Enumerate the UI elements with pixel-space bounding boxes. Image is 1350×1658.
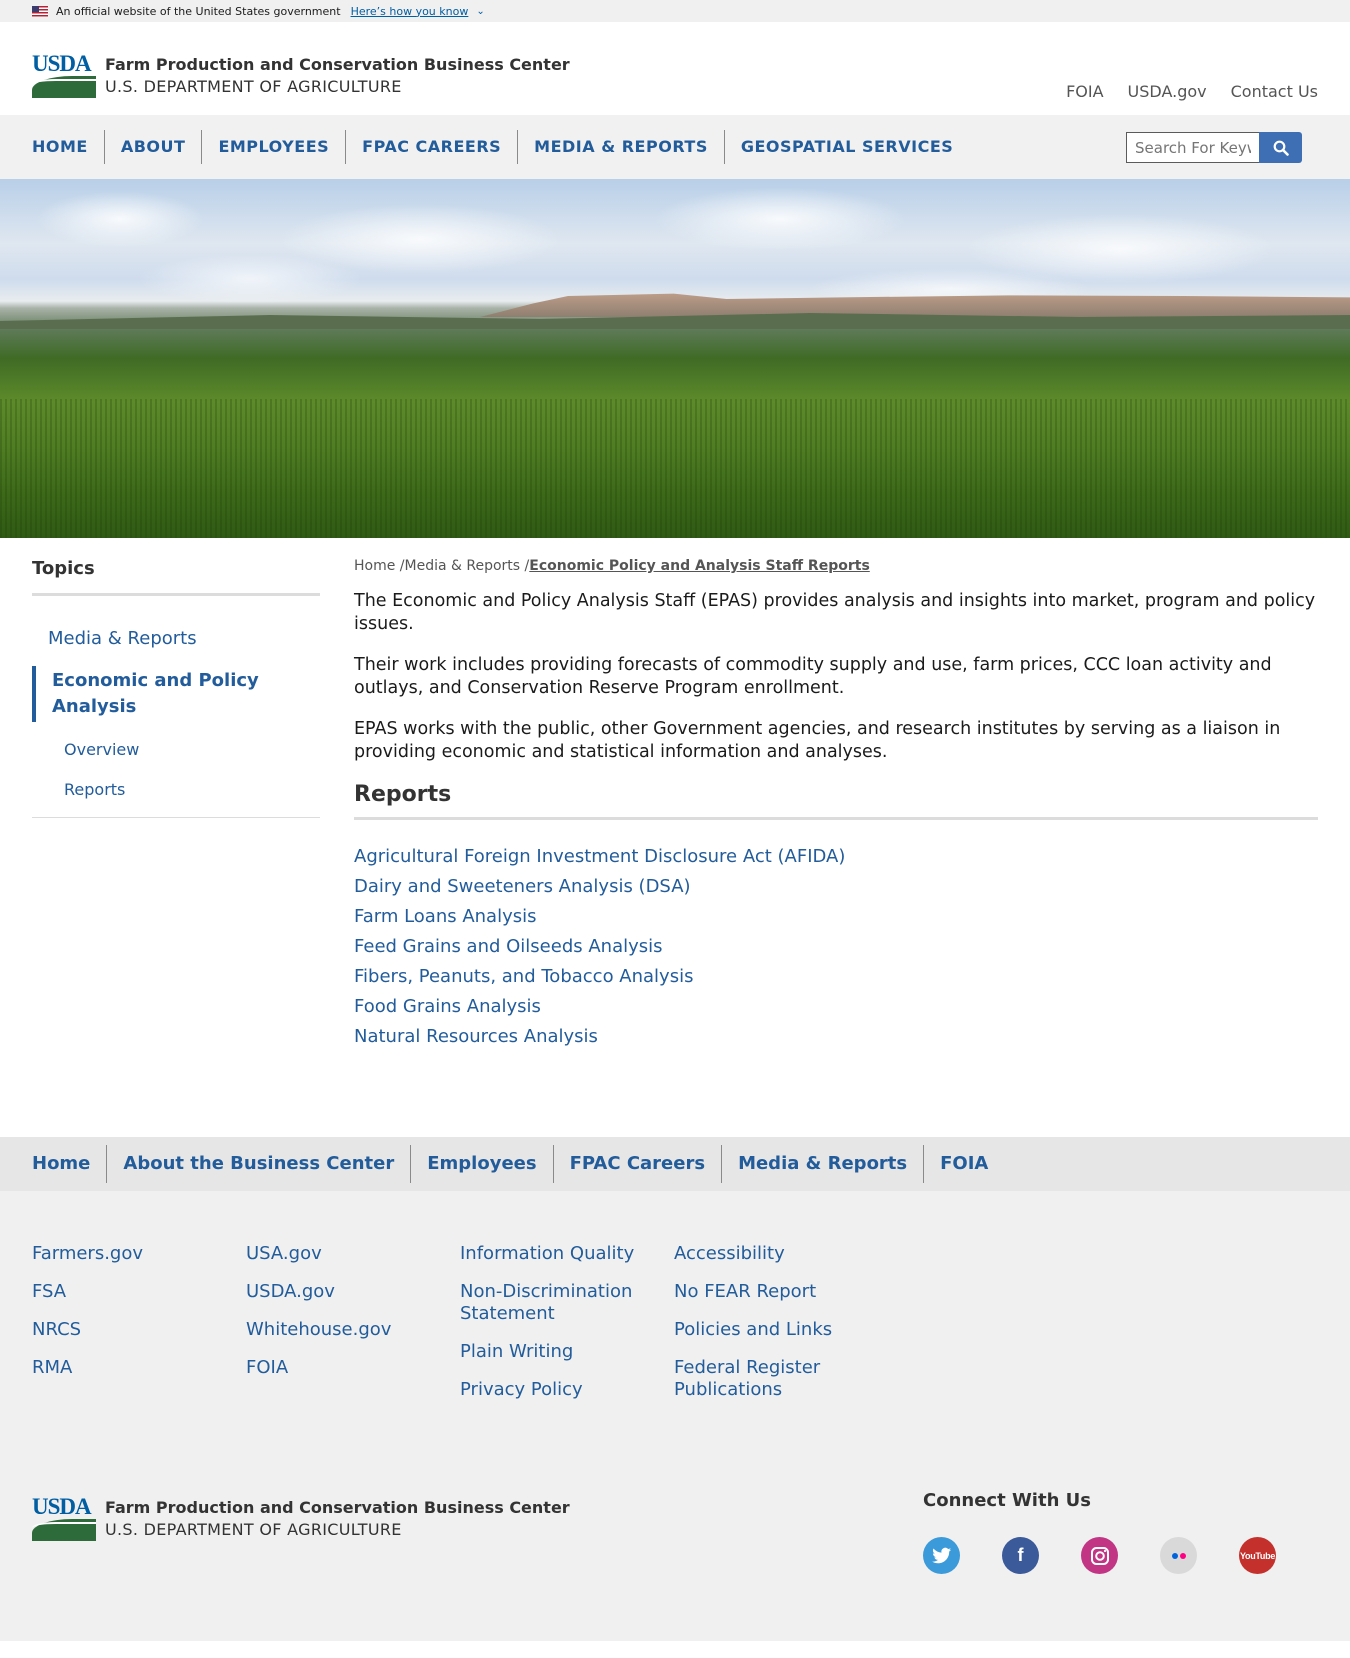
footer-link[interactable]: FSA bbox=[32, 1281, 232, 1303]
footer-link[interactable]: Non-Discrimination Statement bbox=[460, 1281, 650, 1325]
report-link-feed-grains[interactable]: Feed Grains and Oilseeds Analysis bbox=[354, 932, 1318, 962]
report-link-fibers[interactable]: Fibers, Peanuts, and Tobacco Analysis bbox=[354, 962, 1318, 992]
sidebar: Topics Media & Reports Economic and Poli… bbox=[32, 558, 320, 818]
footer-nav-careers[interactable]: FPAC Careers bbox=[552, 1145, 721, 1183]
usda-logo-text: USDA bbox=[32, 51, 92, 76]
breadcrumb: Home /Media & Reports /Economic Policy a… bbox=[354, 558, 870, 574]
footer: Farmers.gov FSA NRCS RMA USA.gov USDA.go… bbox=[0, 1191, 1350, 1641]
footer-link[interactable]: USDA.gov bbox=[246, 1281, 446, 1303]
report-link-afida[interactable]: Agricultural Foreign Investment Disclosu… bbox=[354, 842, 1318, 872]
instagram-icon[interactable] bbox=[1081, 1537, 1118, 1574]
search-icon bbox=[1273, 140, 1289, 156]
hero-image bbox=[0, 179, 1350, 538]
utility-link-contact[interactable]: Contact Us bbox=[1231, 82, 1318, 101]
sidebar-subitem-overview[interactable]: Overview bbox=[32, 738, 320, 762]
footer-nav: Home About the Business Center Employees… bbox=[0, 1137, 1350, 1191]
search-form bbox=[1126, 132, 1302, 163]
report-link-dsa[interactable]: Dairy and Sweeteners Analysis (DSA) bbox=[354, 872, 1318, 902]
sidebar-item-economic-policy[interactable]: Economic and Policy Analysis bbox=[32, 666, 320, 722]
footer-link[interactable]: FOIA bbox=[246, 1357, 446, 1379]
youtube-icon[interactable]: YouTube bbox=[1239, 1537, 1276, 1574]
intro-paragraph: The Economic and Policy Analysis Staff (… bbox=[354, 591, 1316, 634]
footer-link[interactable]: Plain Writing bbox=[460, 1341, 650, 1363]
breadcrumb-current: Economic Policy and Analysis Staff Repor… bbox=[529, 558, 870, 574]
connect-title: Connect With Us bbox=[923, 1490, 1091, 1511]
how-you-know-link[interactable]: Here’s how you know bbox=[351, 5, 469, 18]
department-name: U.S. DEPARTMENT OF AGRICULTURE bbox=[105, 77, 402, 96]
footer-link[interactable]: Privacy Policy bbox=[460, 1379, 650, 1401]
nav-media-reports[interactable]: MEDIA & REPORTS bbox=[517, 130, 724, 164]
nav-about[interactable]: ABOUT bbox=[103, 130, 202, 164]
nav-fpac-careers[interactable]: FPAC CAREERS bbox=[345, 130, 517, 164]
footer-column-agencies: Farmers.gov FSA NRCS RMA bbox=[32, 1243, 232, 1395]
social-links: f YouTube bbox=[923, 1537, 1276, 1574]
work-paragraph: Their work includes providing forecasts … bbox=[354, 655, 1272, 698]
footer-link[interactable]: Policies and Links bbox=[674, 1319, 864, 1341]
reports-heading: Reports bbox=[354, 782, 1318, 820]
footer-link[interactable]: Information Quality bbox=[460, 1243, 650, 1265]
main-article: Home /Media & Reports /Economic Policy a… bbox=[354, 558, 1318, 1052]
flickr-icon[interactable] bbox=[1160, 1537, 1197, 1574]
footer-link[interactable]: NRCS bbox=[32, 1319, 232, 1341]
utility-nav: FOIA USDA.gov Contact Us bbox=[1066, 82, 1318, 101]
gov-banner-text: An official website of the United States… bbox=[56, 4, 341, 18]
footer-nav-employees[interactable]: Employees bbox=[410, 1145, 552, 1183]
footer-link[interactable]: Farmers.gov bbox=[32, 1243, 232, 1265]
sidebar-subitem-reports[interactable]: Reports bbox=[32, 778, 320, 802]
facebook-icon[interactable]: f bbox=[1002, 1537, 1039, 1574]
sidebar-item-media-reports[interactable]: Media & Reports bbox=[32, 626, 320, 652]
footer-column-policies: Information Quality Non-Discrimination S… bbox=[460, 1243, 650, 1417]
report-link-food-grains[interactable]: Food Grains Analysis bbox=[354, 992, 1318, 1022]
footer-nav-media[interactable]: Media & Reports bbox=[721, 1145, 923, 1183]
footer-nav-about[interactable]: About the Business Center bbox=[106, 1145, 410, 1183]
usda-logo-icon: USDA bbox=[32, 1494, 96, 1541]
breadcrumb-media[interactable]: Media & Reports bbox=[405, 558, 521, 574]
search-input[interactable] bbox=[1126, 132, 1259, 163]
usda-logo-text: USDA bbox=[32, 1494, 92, 1519]
sidebar-title: Topics bbox=[32, 558, 320, 596]
footer-department-name: U.S. DEPARTMENT OF AGRICULTURE bbox=[105, 1520, 402, 1539]
nav-geospatial[interactable]: GEOSPATIAL SERVICES bbox=[723, 130, 969, 164]
utility-link-foia[interactable]: FOIA bbox=[1066, 82, 1103, 101]
usda-logo-icon[interactable]: USDA bbox=[32, 51, 96, 98]
chevron-down-icon[interactable]: ⌄ bbox=[476, 6, 484, 17]
footer-logo[interactable]: USDA Farm Production and Conservation Bu… bbox=[32, 1494, 570, 1541]
footer-link[interactable]: RMA bbox=[32, 1357, 232, 1379]
search-button[interactable] bbox=[1259, 132, 1302, 163]
utility-link-usda[interactable]: USDA.gov bbox=[1128, 82, 1207, 101]
footer-column-accessibility: Accessibility No FEAR Report Policies an… bbox=[674, 1243, 864, 1417]
masthead: USDA Farm Production and Conservation Bu… bbox=[0, 22, 1350, 115]
report-link-natural-resources[interactable]: Natural Resources Analysis bbox=[354, 1022, 1318, 1052]
us-flag-icon bbox=[32, 5, 48, 17]
footer-column-gov: USA.gov USDA.gov Whitehouse.gov FOIA bbox=[246, 1243, 446, 1395]
footer-nav-home[interactable]: Home bbox=[32, 1145, 106, 1183]
footer-link[interactable]: Accessibility bbox=[674, 1243, 864, 1265]
footer-nav-foia[interactable]: FOIA bbox=[923, 1145, 1004, 1183]
report-link-farm-loans[interactable]: Farm Loans Analysis bbox=[354, 902, 1318, 932]
twitter-icon[interactable] bbox=[923, 1537, 960, 1574]
footer-agency-name: Farm Production and Conservation Busines… bbox=[105, 1498, 570, 1517]
page-content: Topics Media & Reports Economic and Poli… bbox=[0, 538, 1350, 1137]
breadcrumb-home[interactable]: Home bbox=[354, 558, 395, 574]
agency-name[interactable]: Farm Production and Conservation Busines… bbox=[105, 54, 570, 76]
nav-employees[interactable]: EMPLOYEES bbox=[201, 130, 345, 164]
liaison-paragraph: EPAS works with the public, other Govern… bbox=[354, 719, 1281, 762]
connect-with-us: Connect With Us f YouTube bbox=[923, 1490, 1276, 1574]
nav-home[interactable]: HOME bbox=[32, 130, 104, 164]
gov-banner: An official website of the United States… bbox=[0, 0, 1350, 22]
main-nav: HOME ABOUT EMPLOYEES FPAC CAREERS MEDIA … bbox=[0, 115, 1350, 179]
footer-link[interactable]: USA.gov bbox=[246, 1243, 446, 1265]
site-logo[interactable]: USDA Farm Production and Conservation Bu… bbox=[32, 51, 570, 98]
footer-link[interactable]: Whitehouse.gov bbox=[246, 1319, 446, 1341]
footer-link[interactable]: Federal Register Publications bbox=[674, 1357, 864, 1401]
footer-link[interactable]: No FEAR Report bbox=[674, 1281, 864, 1303]
